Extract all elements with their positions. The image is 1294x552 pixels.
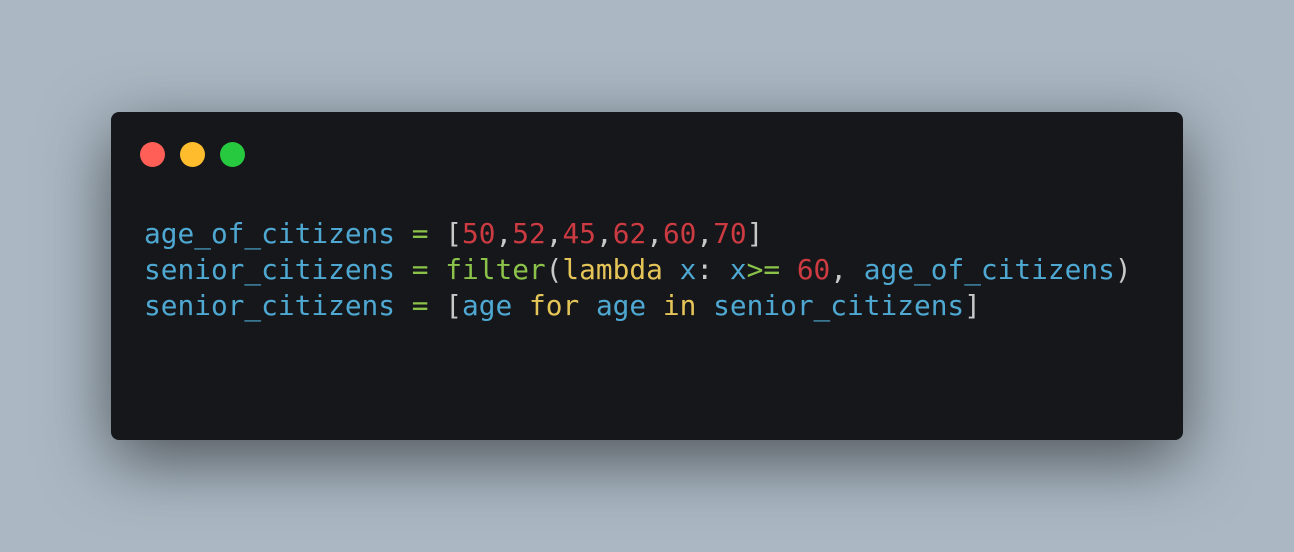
window-controls — [140, 142, 245, 167]
code-token: age_of_citizens — [863, 253, 1115, 286]
code-token: 70 — [713, 217, 747, 250]
code-line-3: senior_citizens = [age for age in senior… — [144, 288, 1132, 324]
code-token: for — [528, 289, 580, 322]
code-token: x — [679, 253, 697, 286]
code-token: [ — [445, 289, 462, 322]
code-token: = — [395, 289, 446, 322]
code-token: senior_citizens — [144, 289, 396, 322]
code-token: ] — [964, 289, 981, 322]
code-token: in — [662, 289, 697, 322]
code-token: 62 — [612, 217, 647, 250]
code-token: , — [595, 217, 613, 250]
code-token: senior_citizens — [144, 253, 396, 286]
close-dot[interactable] — [140, 142, 165, 167]
code-token: ( — [545, 253, 563, 286]
code-block: age_of_citizens = [50,52,45,62,60,70] sen… — [144, 216, 1132, 324]
code-token: 52 — [512, 217, 546, 250]
code-token: senior_citizens — [713, 289, 965, 322]
code-token: : — [696, 253, 730, 286]
code-window: age_of_citizens = [50,52,45,62,60,70] sen… — [111, 112, 1183, 440]
code-token: 45 — [562, 217, 596, 250]
code-token: [ — [445, 217, 462, 250]
code-token: , — [696, 217, 714, 250]
code-line-2: senior_citizens = filter(lambda x: x>= 6… — [144, 252, 1132, 288]
code-token: ) — [1114, 253, 1132, 286]
code-token: = — [395, 217, 446, 250]
code-token: 50 — [462, 217, 496, 250]
minimize-dot[interactable] — [180, 142, 205, 167]
code-token: 60 — [796, 253, 831, 286]
maximize-dot[interactable] — [220, 142, 245, 167]
code-token: age — [462, 289, 513, 322]
code-token: , — [545, 217, 563, 250]
code-token: , — [830, 253, 864, 286]
code-token: >= — [746, 253, 781, 286]
code-token: x — [729, 253, 747, 286]
code-token: lambda — [562, 253, 663, 286]
code-token: 60 — [662, 217, 697, 250]
code-line-1: age_of_citizens = [50,52,45,62,60,70] — [144, 216, 1132, 252]
code-token: filter — [445, 253, 546, 286]
code-token: ] — [746, 217, 764, 250]
code-token: age — [595, 289, 647, 322]
code-token: , — [495, 217, 513, 250]
code-token: age_of_citizens — [144, 217, 396, 250]
code-token: = — [395, 253, 446, 286]
code-token: , — [646, 217, 663, 250]
